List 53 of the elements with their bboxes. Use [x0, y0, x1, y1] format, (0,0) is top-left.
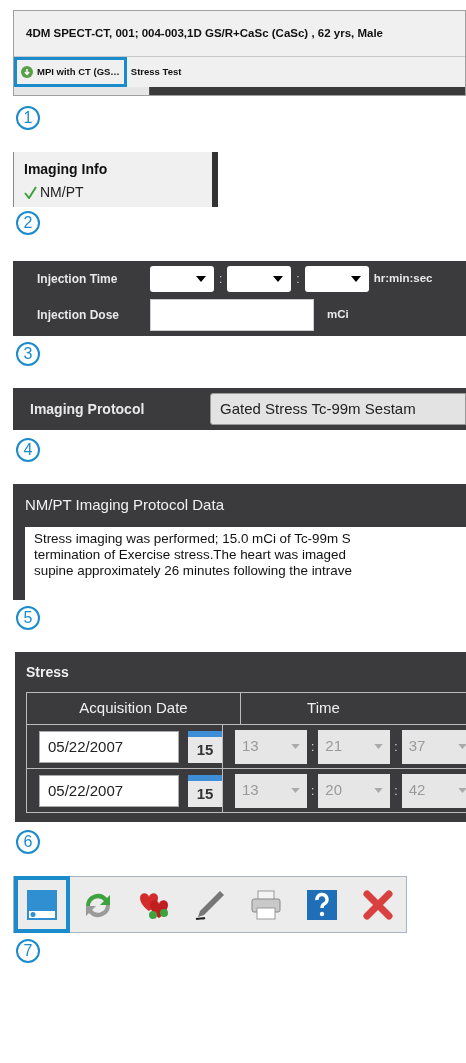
- protocol-dropdown[interactable]: Gated Stress Tc-99m Sestam: [210, 393, 466, 425]
- column-header: Acquisition Date: [27, 693, 241, 724]
- caret-icon: [374, 788, 384, 793]
- protocol-text-area[interactable]: Stress imaging was performed; 15.0 mCi of Tc-99m S termination of Exercise stress.The heart was imaged supine approximately 26 minutes following the intrave: [25, 526, 466, 600]
- close-icon: [361, 887, 395, 922]
- callout-number: 7: [16, 939, 40, 963]
- nav-item[interactable]: NM/PT: [40, 182, 84, 203]
- tab[interactable]: Stress Test: [126, 57, 186, 87]
- callout-number: 6: [16, 830, 40, 854]
- time-separator: :: [311, 782, 315, 800]
- time-dropdown[interactable]: [304, 266, 369, 292]
- callout-number: 4: [16, 438, 40, 462]
- date-field[interactable]: 05/22/2007: [39, 730, 179, 763]
- field-label: Injection Dose: [37, 307, 120, 324]
- time-dropdown[interactable]: [227, 266, 292, 292]
- caret-icon: [291, 788, 300, 793]
- caret-icon: [350, 276, 361, 282]
- text-line: supine approximately 26 minutes following the intrave: [34, 562, 353, 579]
- field-label: Imaging Protocol: [30, 399, 146, 419]
- text-line: termination of Exercise stress.The heart was imaged: [34, 546, 347, 563]
- time-separator: :: [219, 271, 223, 288]
- callout-number: 3: [16, 342, 40, 366]
- caret-icon: [291, 744, 300, 749]
- date-field[interactable]: 05/22/2007: [39, 774, 179, 807]
- time-separator: :: [311, 738, 315, 756]
- caret-icon: [457, 788, 466, 793]
- panel-title: Stress: [26, 663, 70, 682]
- text-line: Stress imaging was performed; 15.0 mCi of Tc-99m S: [34, 530, 352, 547]
- time-separator: :: [394, 782, 398, 800]
- panel-title: NM/PT Imaging Protocol Data: [25, 495, 225, 515]
- unit-label: hr:min:sec: [373, 271, 433, 287]
- section-heading: Imaging Info: [24, 160, 109, 179]
- dose-field[interactable]: [150, 299, 314, 331]
- time-separator: :: [296, 271, 300, 288]
- caret-icon: [196, 276, 206, 282]
- panel-icon: [25, 887, 59, 922]
- callout-number: 5: [16, 606, 40, 630]
- caret-icon: [457, 744, 466, 749]
- callout-number: 2: [16, 211, 40, 235]
- field-label: Injection Time: [37, 271, 119, 288]
- window-title: 4DM SPECT-CT, 001; 004-003,1D GS/R+CaSc (CaSc) , 62 yrs, Male: [26, 25, 383, 41]
- calendar-button[interactable]: 15: [188, 774, 222, 807]
- tab[interactable]: MPI with CT (GS…: [14, 57, 127, 87]
- caret-icon: [374, 744, 384, 749]
- column-header: Time: [306, 698, 341, 719]
- unit-label: mCi: [327, 307, 349, 323]
- caret-icon: [273, 276, 284, 282]
- printer-icon: [249, 887, 283, 922]
- time-separator: :: [394, 738, 398, 756]
- help-icon: [305, 887, 339, 922]
- callout-number: 1: [16, 106, 40, 130]
- toolbar-button[interactable]: [14, 876, 70, 933]
- calendar-button[interactable]: 15: [188, 730, 222, 763]
